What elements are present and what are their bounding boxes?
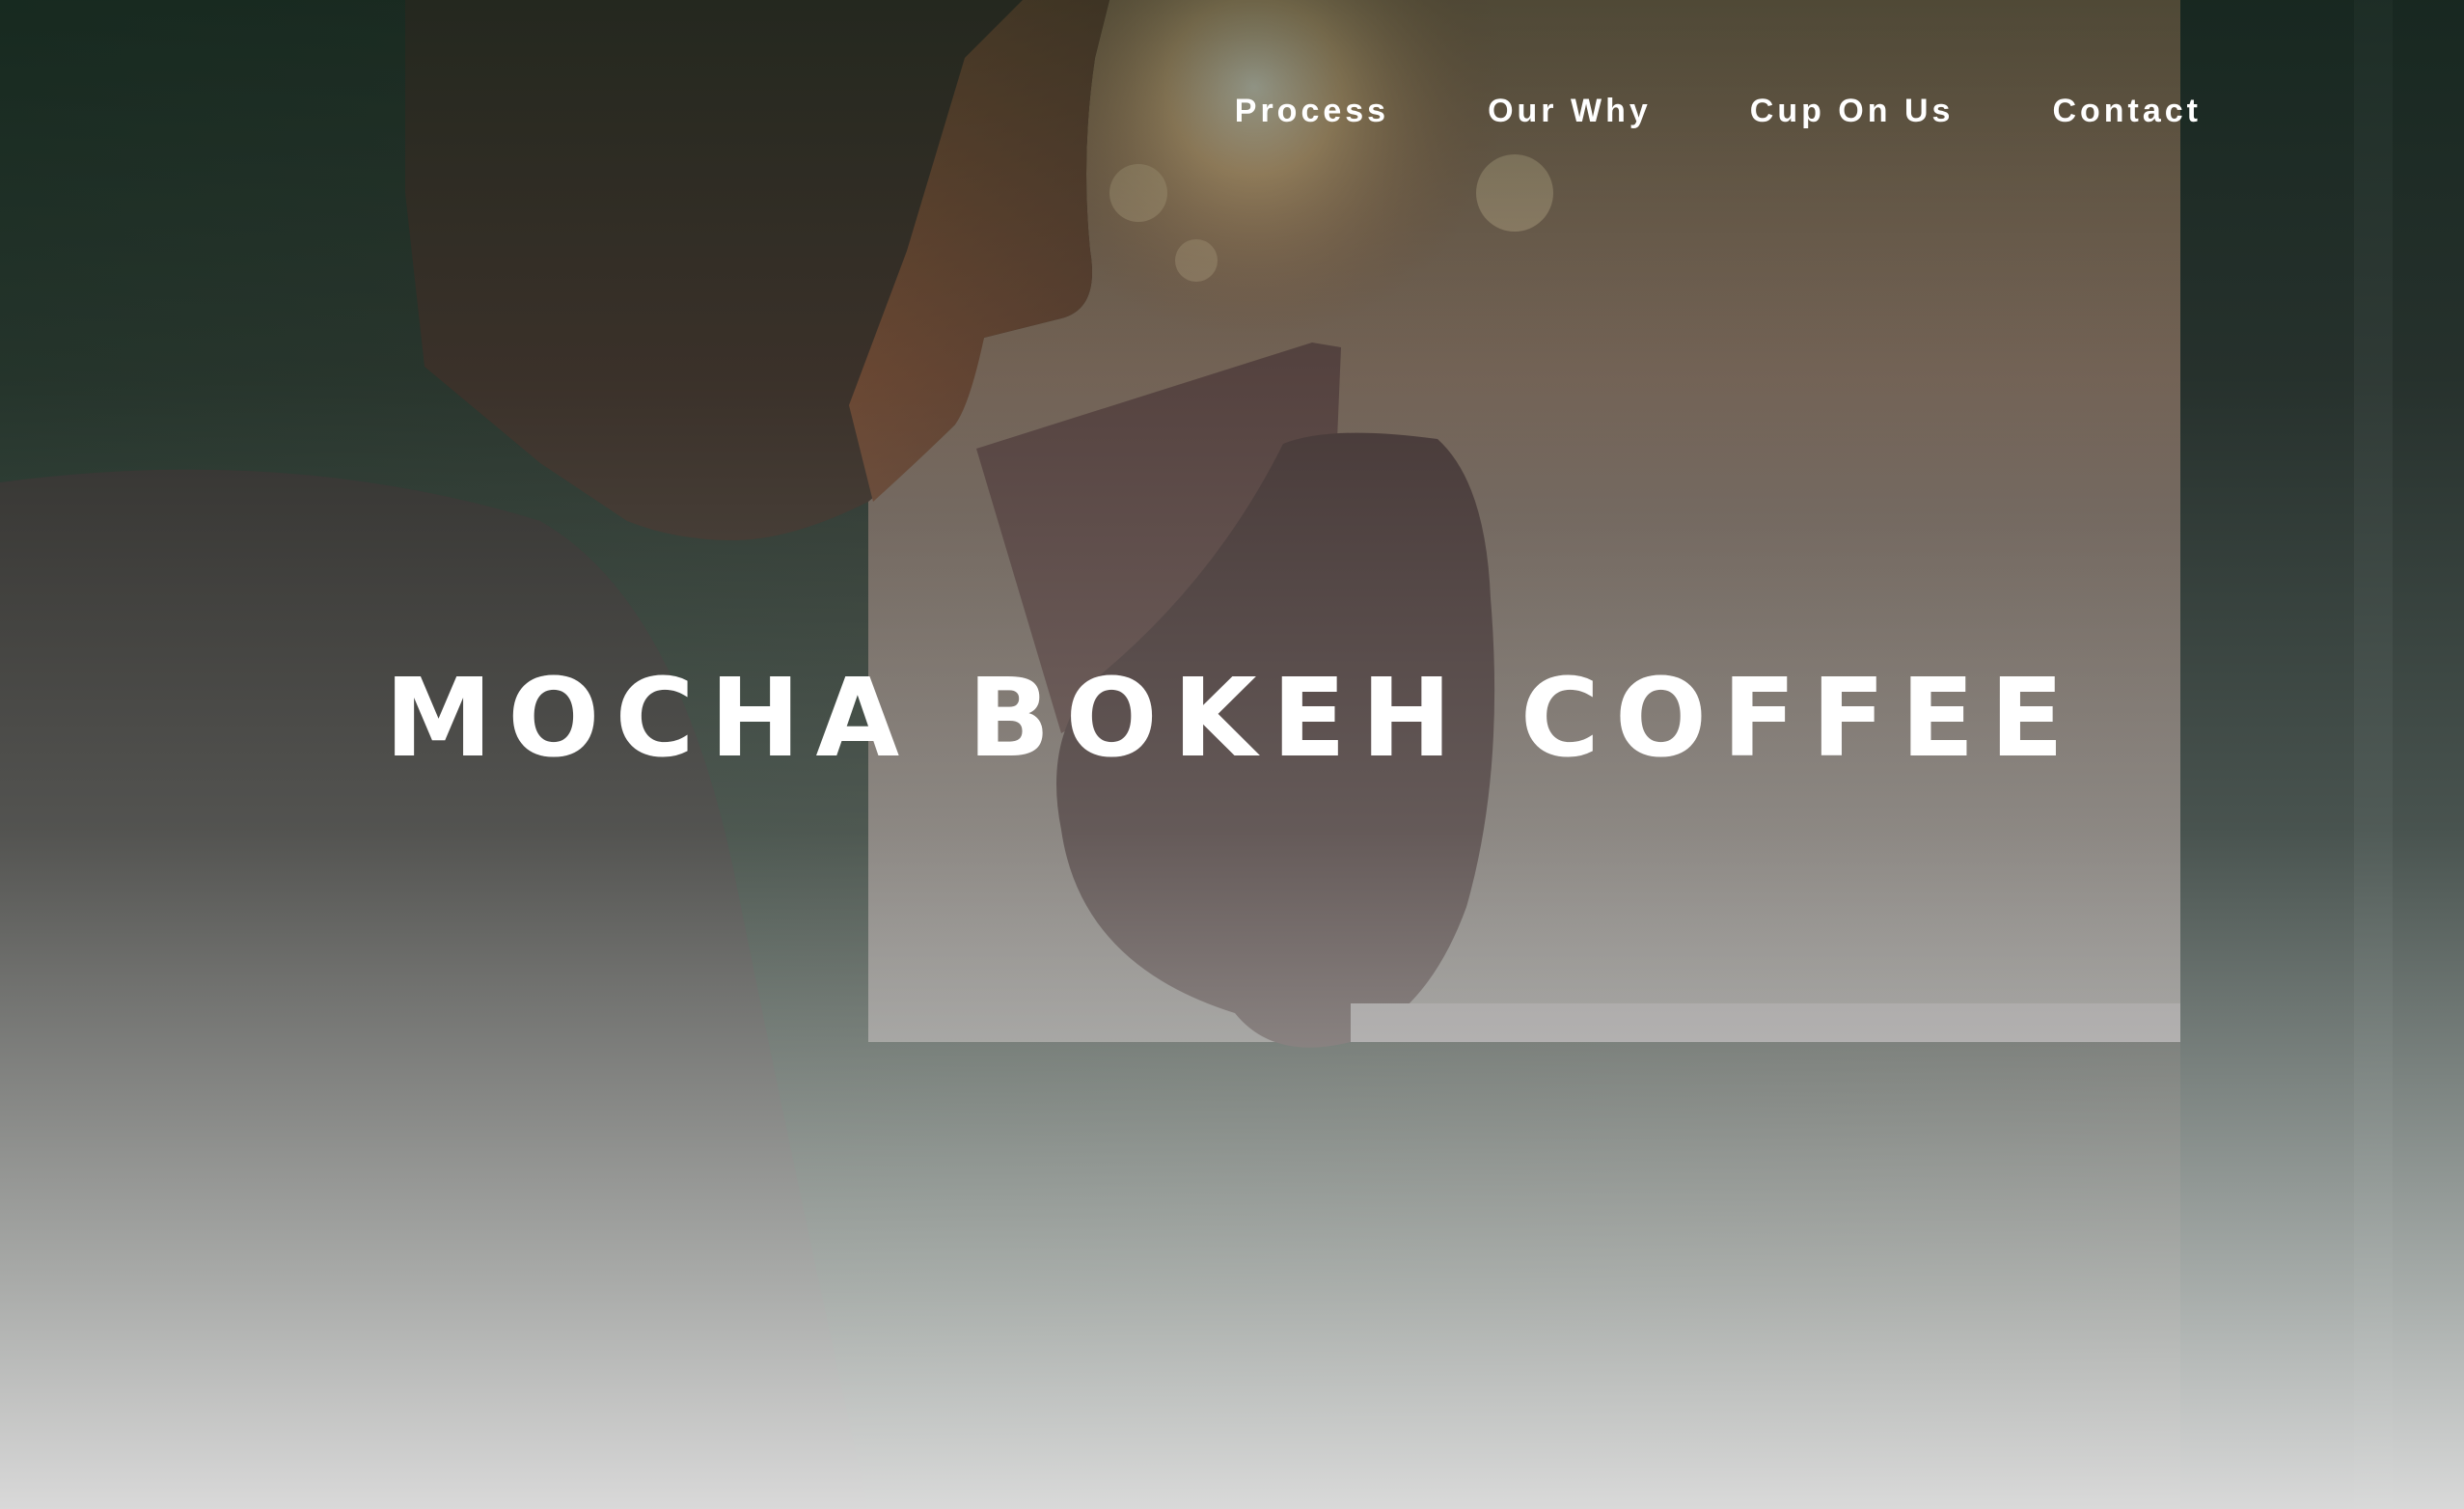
nav-item-cup-on-us[interactable]: Cup On Us (1750, 93, 1955, 130)
nav-item-our-why[interactable]: Our Why (1488, 93, 1652, 130)
main-nav: Process Our Why Cup On Us Contact (1235, 93, 2202, 130)
hero-section: Process Our Why Cup On Us Contact MOCHA … (0, 0, 2464, 1509)
nav-item-process[interactable]: Process (1235, 93, 1389, 130)
nav-item-contact[interactable]: Contact (2052, 93, 2202, 130)
site-title: MOCHA BOKEH COFFEE (384, 656, 2080, 782)
